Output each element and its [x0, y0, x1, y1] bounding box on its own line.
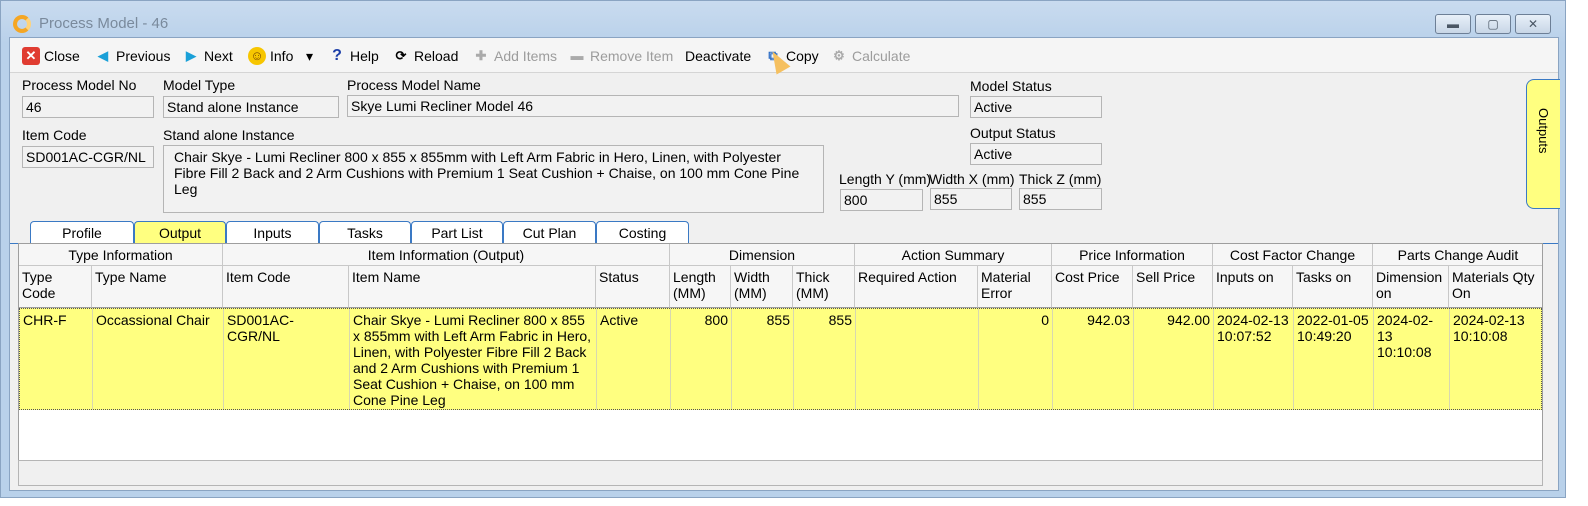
width-field[interactable]: 855 — [930, 188, 1012, 210]
width-label: Width X (mm) — [929, 171, 1015, 187]
previous-button[interactable]: ◀ Previous — [94, 45, 170, 67]
reload-button[interactable]: ⟳ Reload — [392, 45, 459, 67]
window-title: Process Model - 46 — [39, 15, 169, 32]
cell-tasks-on: 2022-01-05 10:49:20 — [1294, 309, 1374, 409]
length-field[interactable]: 800 — [840, 189, 923, 211]
calculate-button[interactable]: ⚙ Calculate — [830, 45, 910, 67]
cell-status: Active — [597, 309, 671, 409]
tab-cut-plan[interactable]: Cut Plan — [503, 221, 596, 243]
col-dimension-on[interactable]: Dimension on — [1373, 266, 1449, 308]
gear-icon: ⚙ — [833, 48, 845, 63]
length-label: Length Y (mm) — [839, 171, 932, 187]
table-row[interactable]: CHR-F Occassional Chair SD001AC-CGR/NL C… — [19, 308, 1542, 410]
col-inputs-on[interactable]: Inputs on — [1213, 266, 1293, 308]
arrow-right-icon: ▶ — [186, 48, 196, 63]
tab-profile[interactable]: Profile — [30, 221, 134, 243]
help-icon: ? — [332, 47, 342, 64]
cell-materials-qty-on: 2024-02-13 10:10:08 — [1450, 309, 1542, 409]
plus-icon: ✚ — [475, 48, 487, 63]
col-material-error[interactable]: Material Error — [978, 266, 1052, 308]
arrow-left-icon: ◀ — [98, 48, 108, 63]
close-window-button[interactable]: ✕ — [1515, 14, 1551, 34]
band-type-information: Type Information — [19, 244, 223, 266]
col-status[interactable]: Status — [596, 266, 670, 308]
cell-type-name: Occassional Chair — [93, 309, 224, 409]
model-status-field[interactable]: Active — [970, 96, 1102, 118]
process-model-no-label: Process Model No — [22, 77, 137, 93]
minimize-button[interactable]: ▬ — [1435, 14, 1471, 34]
item-code-label: Item Code — [22, 127, 87, 143]
col-width[interactable]: Width (MM) — [731, 266, 793, 308]
tab-tasks[interactable]: Tasks — [319, 221, 411, 243]
close-button[interactable]: ✕ Close — [22, 45, 80, 67]
band-dimension: Dimension — [670, 244, 855, 266]
cell-item-code: SD001AC-CGR/NL — [224, 309, 350, 409]
instance-description-field[interactable]: Chair Skye - Lumi Recliner 800 x 855 x 8… — [163, 145, 824, 213]
cell-dimension-on: 2024-02-13 10:10:08 — [1374, 309, 1450, 409]
model-type-field[interactable]: Stand alone Instance — [163, 96, 339, 118]
cell-type-code: CHR-F — [20, 309, 93, 409]
tab-output[interactable]: Output — [134, 221, 226, 243]
col-thick[interactable]: Thick (MM) — [793, 266, 855, 308]
smiley-icon: ☺ — [248, 47, 266, 65]
band-item-information: Item Information (Output) — [223, 244, 670, 266]
cell-item-name: Chair Skye - Lumi Recliner 800 x 855 x 8… — [350, 309, 597, 409]
close-icon: ✕ — [22, 47, 40, 65]
output-grid[interactable]: Type Information Item Information (Outpu… — [18, 243, 1543, 465]
cell-thick: 855 — [794, 309, 856, 409]
next-button[interactable]: ▶ Next — [182, 45, 233, 67]
model-type-label: Model Type — [163, 77, 236, 93]
col-required-action[interactable]: Required Action — [855, 266, 978, 308]
app-icon — [13, 15, 31, 33]
cell-sell-price: 942.00 — [1134, 309, 1214, 409]
output-status-field[interactable]: Active — [970, 143, 1102, 165]
cell-length: 800 — [671, 309, 732, 409]
item-code-field[interactable]: SD001AC-CGR/NL — [22, 146, 154, 168]
tab-inputs[interactable]: Inputs — [226, 221, 319, 243]
band-cost-factor-audit: Cost Factor Change Audit — [1213, 244, 1373, 285]
tab-strip: Profile Output Inputs Tasks Part List Cu… — [10, 219, 1558, 244]
reload-icon: ⟳ — [395, 48, 407, 63]
instance-label: Stand alone Instance — [163, 127, 295, 143]
col-sell-price[interactable]: Sell Price — [1133, 266, 1213, 308]
process-model-name-label: Process Model Name — [347, 77, 481, 93]
help-button[interactable]: ? Help — [328, 45, 379, 67]
col-type-code[interactable]: Type Code — [19, 266, 92, 308]
info-dropdown[interactable]: ▾ — [306, 45, 313, 67]
process-model-window: Process Model - 46 ▬ ▢ ✕ ✕ Close ◀ Previ… — [0, 0, 1566, 498]
band-price-information: Price Information — [1052, 244, 1213, 266]
col-item-name[interactable]: Item Name — [349, 266, 596, 308]
minus-icon: ▬ — [570, 48, 584, 63]
col-materials-qty-on[interactable]: Materials Qty On — [1449, 266, 1542, 308]
band-parts-change-audit: Parts Change Audit — [1373, 244, 1542, 266]
deactivate-button[interactable]: Deactivate — [685, 45, 751, 67]
info-button[interactable]: ☺ Info — [248, 45, 293, 67]
cell-required-action — [856, 309, 979, 409]
tab-costing[interactable]: Costing — [596, 221, 689, 243]
maximize-button[interactable]: ▢ — [1475, 14, 1511, 34]
status-bar — [18, 460, 1543, 486]
remove-item-button[interactable]: ▬ Remove Item — [568, 45, 674, 67]
tab-part-list[interactable]: Part List — [411, 221, 503, 243]
thick-label: Thick Z (mm) — [1019, 171, 1102, 187]
col-tasks-on[interactable]: Tasks on — [1293, 266, 1373, 308]
col-length[interactable]: Length (MM) — [670, 266, 731, 308]
col-item-code[interactable]: Item Code — [223, 266, 349, 308]
thick-field[interactable]: 855 — [1019, 188, 1102, 210]
cell-cost-price: 942.03 — [1053, 309, 1134, 409]
col-type-name[interactable]: Type Name — [92, 266, 223, 308]
cell-width: 855 — [732, 309, 794, 409]
cell-material-error: 0 — [979, 309, 1053, 409]
process-model-no-field[interactable]: 46 — [22, 96, 154, 118]
band-action-summary: Action Summary — [855, 244, 1052, 266]
dropdown-arrow-icon: ▾ — [306, 47, 314, 64]
outputs-side-tab[interactable]: Outputs — [1526, 79, 1560, 209]
process-model-name-field[interactable]: Skye Lumi Recliner Model 46 — [347, 95, 959, 117]
add-items-button[interactable]: ✚ Add Items — [472, 45, 557, 67]
model-status-label: Model Status — [970, 78, 1052, 94]
col-cost-price[interactable]: Cost Price — [1052, 266, 1133, 308]
cell-inputs-on: 2024-02-13 10:07:52 — [1214, 309, 1294, 409]
output-status-label: Output Status — [970, 125, 1056, 141]
client-area: ✕ Close ◀ Previous ▶ Next ☺ Info ▾ ? Hel… — [9, 37, 1560, 491]
